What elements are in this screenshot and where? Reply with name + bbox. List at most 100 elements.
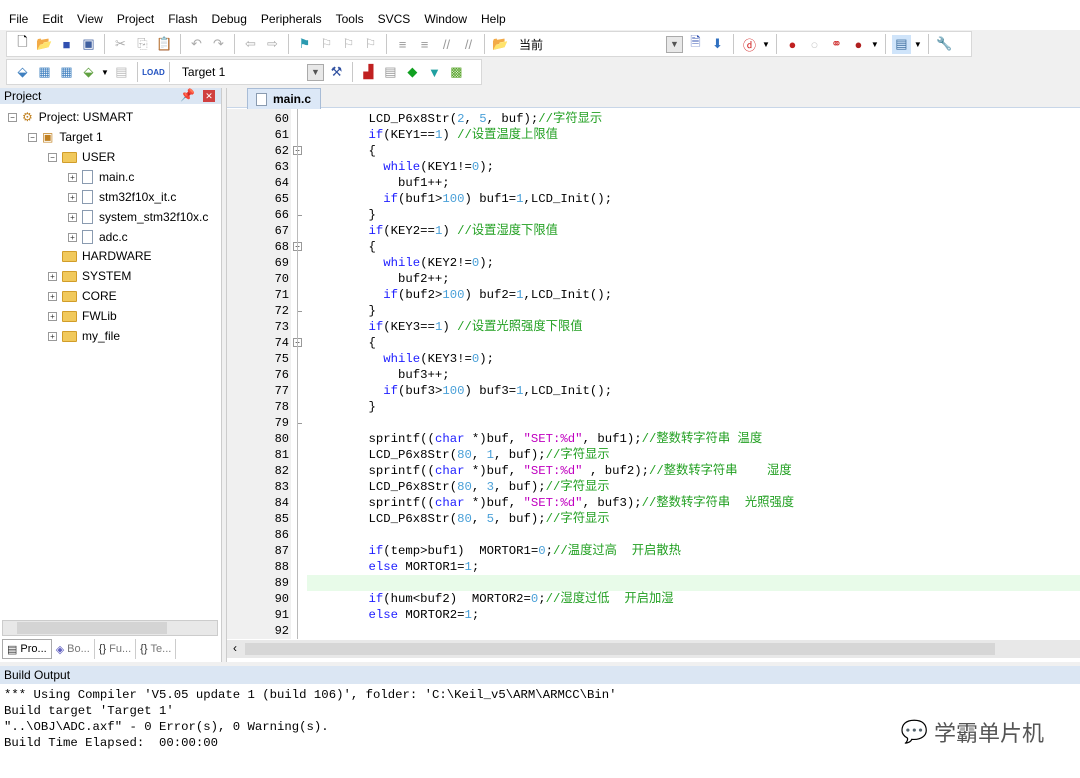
- tree-item[interactable]: + stm32f10x_it.c: [68, 188, 176, 206]
- manage-rte-icon[interactable]: ▼: [425, 63, 444, 82]
- save-icon[interactable]: ■: [57, 35, 76, 54]
- code-token: char: [434, 464, 465, 478]
- panel-tab-books[interactable]: ◈ Bo...: [52, 639, 95, 659]
- manage-project-items-icon[interactable]: ▤: [381, 63, 400, 82]
- paste-icon[interactable]: 📋: [155, 35, 174, 54]
- pack-installer-icon[interactable]: ▩: [447, 63, 466, 82]
- chevron-down-icon[interactable]: ▼: [306, 63, 324, 81]
- menu-debug[interactable]: Debug: [205, 12, 254, 26]
- expand-icon[interactable]: +: [68, 172, 77, 182]
- expand-icon[interactable]: +: [68, 232, 77, 242]
- panel-tab-label: Bo...: [67, 643, 90, 655]
- tree-item[interactable]: − ⚙ Project: USMART: [8, 108, 133, 126]
- chevron-down-icon[interactable]: ▼: [666, 35, 683, 53]
- code-token: , buf);: [494, 448, 546, 462]
- menu-help[interactable]: Help: [474, 12, 513, 26]
- cut-icon[interactable]: ✂: [111, 35, 130, 54]
- scroll-left-icon[interactable]: ‹: [233, 641, 237, 655]
- kill-breakpoints-icon[interactable]: ●: [849, 35, 868, 54]
- open-icon[interactable]: 📂: [35, 35, 54, 54]
- menu-file[interactable]: File: [2, 12, 35, 26]
- tree-item[interactable]: − USER: [48, 148, 115, 166]
- title-bar: [0, 0, 1080, 8]
- menu-edit[interactable]: Edit: [35, 12, 70, 26]
- tree-item[interactable]: −HARDWARE: [48, 247, 152, 265]
- new-file-icon[interactable]: 🗋: [13, 34, 32, 54]
- back-icon[interactable]: ⇦: [241, 35, 260, 54]
- panel-tab-templates[interactable]: {} Te...: [136, 639, 177, 659]
- collapse-icon[interactable]: −: [28, 132, 37, 142]
- project-hscrollbar[interactable]: [2, 620, 218, 636]
- debug-session-icon[interactable]: ⓓ: [740, 35, 759, 54]
- expand-icon[interactable]: +: [48, 311, 57, 321]
- clear-bookmarks-icon[interactable]: ⚐: [361, 35, 380, 54]
- code-token: ,: [464, 112, 480, 126]
- window-layout-icon[interactable]: ▤: [891, 34, 911, 54]
- expand-icon[interactable]: +: [48, 291, 57, 301]
- tree-item[interactable]: + adc.c: [68, 228, 128, 246]
- tree-item[interactable]: + system_stm32f10x.c: [68, 208, 208, 226]
- menu-svcs[interactable]: SVCS: [371, 12, 418, 26]
- bookmark-icon[interactable]: ⚑: [295, 35, 314, 54]
- batch-build-icon[interactable]: ⬙: [79, 63, 98, 82]
- comment-icon[interactable]: //: [437, 35, 456, 54]
- menu-flash[interactable]: Flash: [161, 12, 204, 26]
- close-icon[interactable]: ✕: [203, 90, 215, 102]
- undo-icon[interactable]: ↶: [187, 35, 206, 54]
- code-token: 100: [442, 384, 465, 398]
- code-token: //整数转字符串 湿度: [648, 464, 792, 478]
- expand-icon[interactable]: +: [48, 331, 57, 341]
- expand-icon[interactable]: +: [68, 212, 77, 222]
- next-bookmark-icon[interactable]: ⚐: [339, 35, 358, 54]
- collapse-icon[interactable]: −: [48, 152, 57, 162]
- indent-icon[interactable]: ≡: [393, 35, 412, 54]
- menu-peripherals[interactable]: Peripherals: [254, 12, 329, 26]
- uncomment-icon[interactable]: //: [459, 35, 478, 54]
- find-combo[interactable]: 当前: [513, 34, 663, 54]
- code-token: ) buf1=: [464, 192, 517, 206]
- pin-icon[interactable]: 📌: [180, 88, 195, 102]
- manage-components-icon[interactable]: ▟: [359, 63, 378, 82]
- unindent-icon[interactable]: ≡: [415, 35, 434, 54]
- tree-item[interactable]: + main.c: [68, 168, 134, 186]
- code-editor[interactable]: main.c 60 61 62 63 64 65 66 67 68 69 70 71 72 73 74 75 7…: [226, 88, 1080, 662]
- panel-tab-functions[interactable]: {} Fu...: [95, 639, 137, 659]
- rebuild-icon[interactable]: ▦: [57, 63, 76, 82]
- copy-icon[interactable]: ⎘: [133, 35, 152, 54]
- editor-hscrollbar[interactable]: ‹: [227, 640, 1080, 658]
- menu-view[interactable]: View: [70, 12, 110, 26]
- disable-all-breakpoints-icon[interactable]: ⚭: [827, 35, 846, 54]
- find-in-files-icon[interactable]: 📂: [491, 35, 510, 54]
- incremental-find-icon[interactable]: ⬇: [708, 35, 727, 54]
- menu-tools[interactable]: Tools: [329, 12, 371, 26]
- build-icon[interactable]: ▦: [35, 63, 54, 82]
- tree-item[interactable]: − ▣ Target 1: [28, 128, 103, 146]
- disable-breakpoint-icon[interactable]: ○: [805, 35, 824, 54]
- configure-icon[interactable]: 🔧: [935, 35, 954, 54]
- expand-icon[interactable]: +: [68, 192, 77, 202]
- menu-window[interactable]: Window: [417, 12, 474, 26]
- tree-item[interactable]: + CORE: [48, 287, 117, 305]
- prev-bookmark-icon[interactable]: ⚐: [317, 35, 336, 54]
- tree-item[interactable]: + SYSTEM: [48, 267, 131, 285]
- code-token: 1: [486, 448, 494, 462]
- target-combo[interactable]: Target 1: [176, 62, 304, 82]
- stop-build-icon[interactable]: ▤: [112, 63, 131, 82]
- save-all-icon[interactable]: ▣: [79, 35, 98, 54]
- panel-tab-project[interactable]: ▤ Pro...: [2, 639, 52, 659]
- code-token: ): [442, 320, 458, 334]
- tree-item[interactable]: + my_file: [48, 327, 120, 345]
- target-options-icon[interactable]: ⚒: [327, 63, 346, 82]
- find-icon[interactable]: 🗎: [686, 34, 705, 54]
- redo-icon[interactable]: ↷: [209, 35, 228, 54]
- breakpoint-icon[interactable]: ●: [783, 35, 802, 54]
- expand-icon[interactable]: +: [48, 271, 57, 281]
- collapse-icon[interactable]: −: [8, 112, 17, 122]
- forward-icon[interactable]: ⇨: [263, 35, 282, 54]
- tree-item[interactable]: + FWLib: [48, 307, 117, 325]
- select-packs-icon[interactable]: ◆: [403, 63, 422, 82]
- translate-icon[interactable]: ⬙: [13, 63, 32, 82]
- download-icon[interactable]: LOAD: [142, 63, 165, 82]
- menu-project[interactable]: Project: [110, 12, 161, 26]
- tab-main-c[interactable]: main.c: [247, 88, 321, 109]
